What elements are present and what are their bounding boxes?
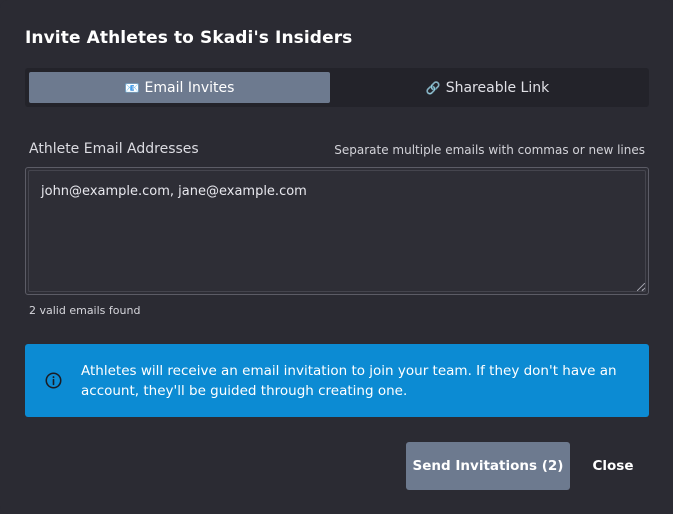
info-banner: Athletes will receive an email invitatio… xyxy=(25,344,649,417)
tab-email-invites[interactable]: 📧 Email Invites xyxy=(29,72,330,103)
email-validation-status: 2 valid emails found xyxy=(29,304,141,317)
email-field-container xyxy=(25,167,649,295)
resize-handle[interactable] xyxy=(637,283,645,291)
tab-shareable-link[interactable]: 🔗 Shareable Link xyxy=(330,72,645,103)
email-field-label: Athlete Email Addresses xyxy=(29,141,199,157)
invite-dialog: Invite Athletes to Skadi's Insiders 📧 Em… xyxy=(0,0,673,514)
info-text: Athletes will receive an email invitatio… xyxy=(81,363,617,399)
send-invitations-button[interactable]: Send Invitations (2) xyxy=(406,442,570,490)
close-button[interactable]: Close xyxy=(580,442,646,490)
tab-bar: 📧 Email Invites 🔗 Shareable Link xyxy=(25,68,649,107)
info-icon xyxy=(45,372,62,389)
email-field-hint: Separate multiple emails with commas or … xyxy=(334,143,645,157)
tab-email-invites-label: Email Invites xyxy=(144,79,235,96)
dialog-title: Invite Athletes to Skadi's Insiders xyxy=(25,28,353,48)
envelope-icon: 📧 xyxy=(124,80,140,95)
tab-shareable-link-label: Shareable Link xyxy=(445,79,550,96)
link-icon: 🔗 xyxy=(425,80,441,95)
email-field[interactable] xyxy=(26,168,648,294)
